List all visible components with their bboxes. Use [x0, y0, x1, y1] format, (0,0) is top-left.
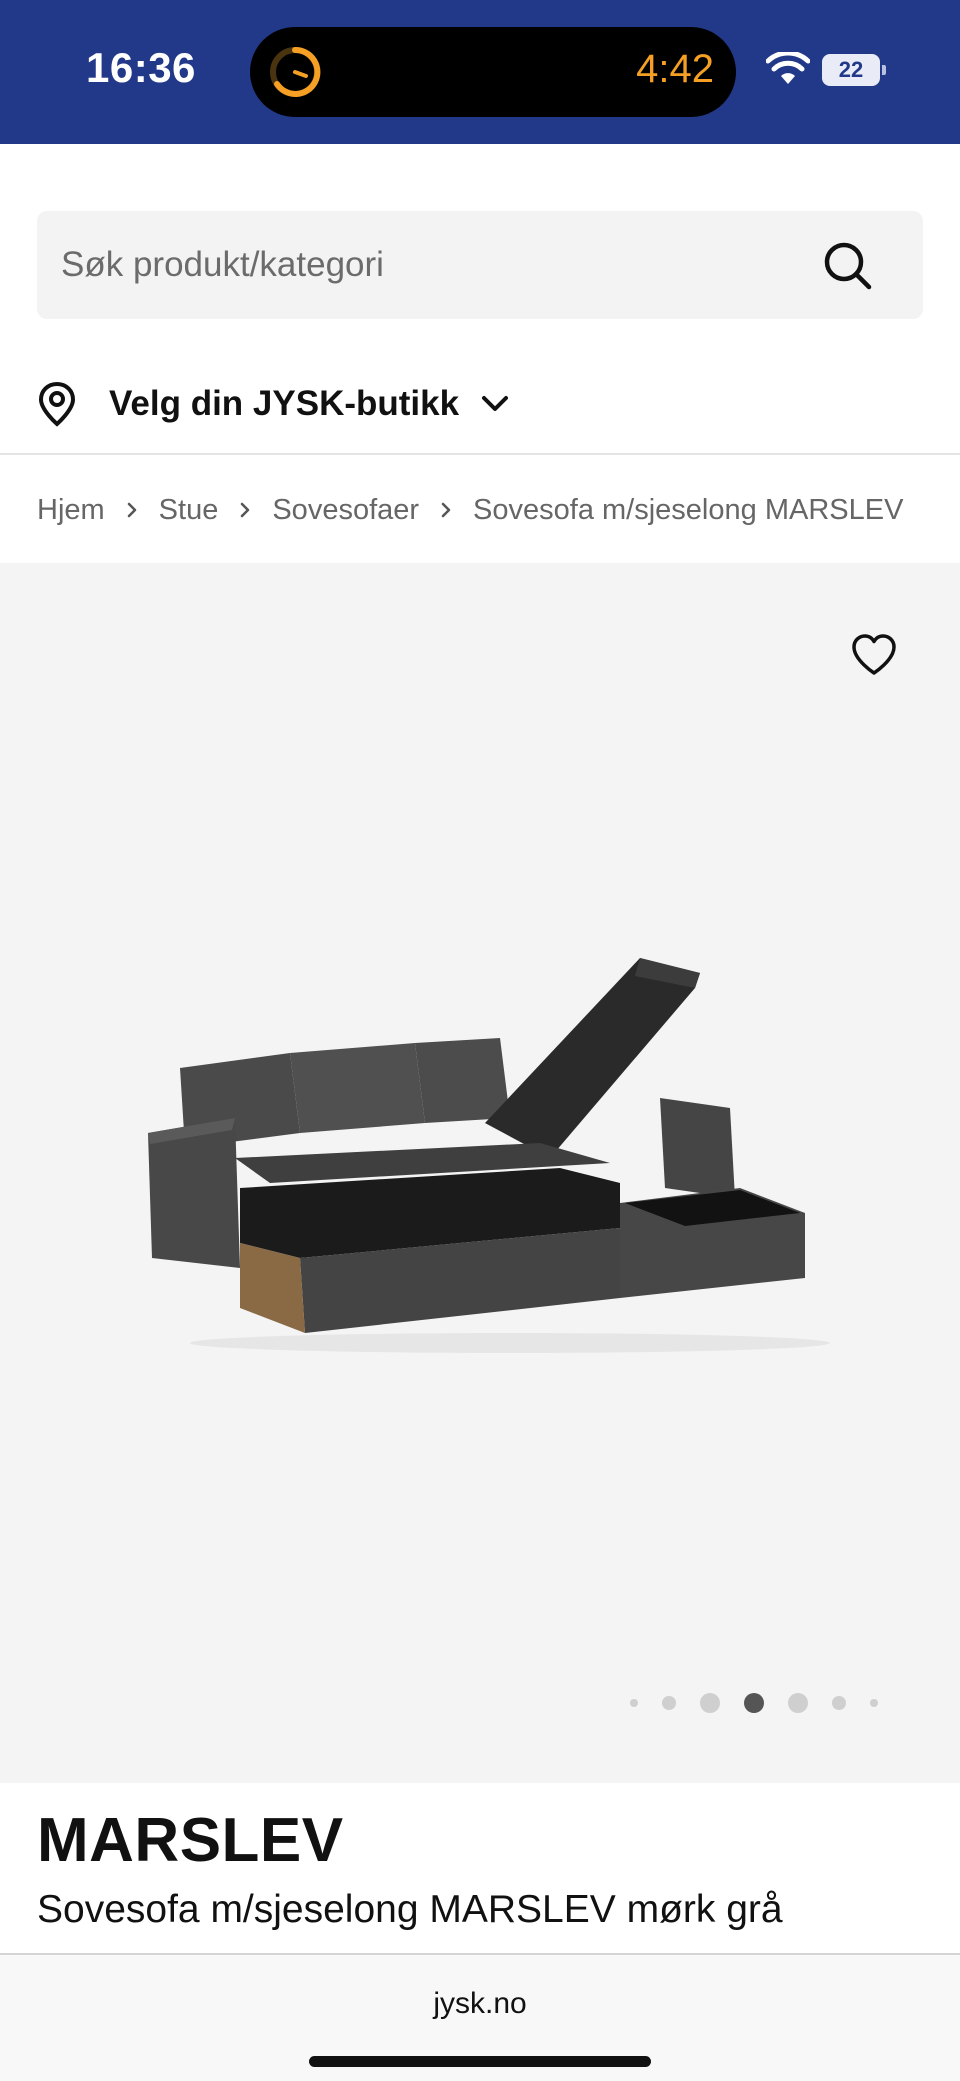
breadcrumb-item-sovesofaer[interactable]: Sovesofaer	[272, 494, 419, 527]
search-box[interactable]	[37, 211, 923, 319]
wifi-icon	[766, 52, 810, 84]
browser-url-bar[interactable]: jysk.no	[0, 1953, 960, 2081]
carousel-dot[interactable]	[630, 1699, 638, 1707]
breadcrumb-item-home[interactable]: Hjem	[37, 494, 105, 527]
search-icon[interactable]	[823, 241, 873, 291]
carousel-dots	[630, 1688, 902, 1718]
store-selector[interactable]: Velg din JYSK-butikk	[37, 370, 557, 438]
divider	[0, 453, 960, 455]
carousel-dot[interactable]	[788, 1693, 808, 1713]
carousel-dot-active[interactable]	[744, 1693, 764, 1713]
timer-text: 4:42	[636, 47, 714, 91]
status-bar: 16:36 4:42 22	[0, 0, 960, 144]
breadcrumb-item-stue[interactable]: Stue	[159, 494, 219, 527]
timer-ring-icon	[270, 46, 321, 97]
carousel-dot[interactable]	[662, 1696, 676, 1710]
carousel-dot[interactable]	[832, 1696, 846, 1710]
search-input[interactable]	[61, 211, 821, 319]
product-image-sofa	[148, 958, 830, 1353]
battery-cap	[882, 65, 886, 75]
home-indicator[interactable]	[309, 2056, 651, 2067]
chevron-right-icon	[441, 502, 451, 518]
store-label: Velg din JYSK-butikk	[109, 384, 460, 423]
product-name: MARSLEV	[37, 1806, 344, 1875]
heart-icon[interactable]	[850, 633, 898, 677]
breadcrumb-item-current: Sovesofa m/sjeselong MARSLEV	[473, 493, 904, 526]
battery-icon: 22	[822, 54, 886, 86]
location-pin-icon	[38, 381, 76, 427]
breadcrumb: Hjem Stue Sovesofaer Sovesofa m/sjeselon…	[37, 488, 903, 532]
carousel-dot[interactable]	[700, 1693, 720, 1713]
chevron-right-icon	[127, 502, 136, 518]
carousel-dot[interactable]	[870, 1699, 878, 1707]
url-text[interactable]: jysk.no	[0, 1987, 960, 2021]
chevron-down-icon	[482, 396, 509, 411]
dynamic-island[interactable]: 4:42	[250, 27, 736, 117]
battery-level: 22	[822, 54, 880, 86]
product-gallery[interactable]	[0, 563, 960, 1783]
page: 16:36 4:42 22 Søk produkt/kategori Velg …	[0, 0, 960, 2081]
chevron-right-icon	[241, 502, 250, 518]
product-description: Sovesofa m/sjeselong MARSLEV mørk grå	[37, 1888, 783, 1931]
status-time: 16:36	[86, 44, 196, 91]
